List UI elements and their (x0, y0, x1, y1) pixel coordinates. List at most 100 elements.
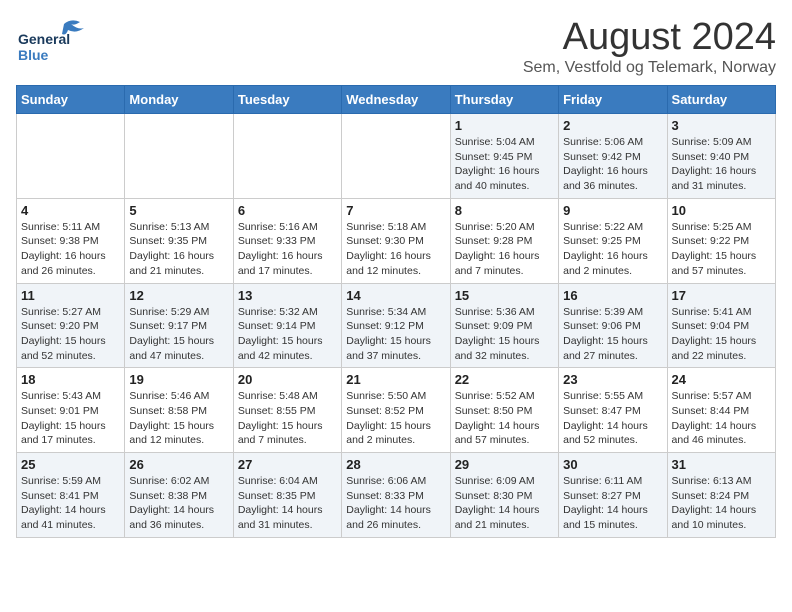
day-info: Sunrise: 5:13 AM Sunset: 9:35 PM Dayligh… (129, 220, 228, 279)
day-cell: 25 Sunrise: 5:59 AM Sunset: 8:41 PM Dayli… (17, 453, 125, 538)
header-cell-wednesday: Wednesday (342, 86, 450, 114)
day-info: Sunrise: 6:06 AM Sunset: 8:33 PM Dayligh… (346, 474, 445, 533)
logo-svg: General Blue (16, 16, 96, 64)
day-info: Sunrise: 5:39 AM Sunset: 9:06 PM Dayligh… (563, 305, 662, 364)
day-cell: 31 Sunrise: 6:13 AM Sunset: 8:24 PM Dayli… (667, 453, 775, 538)
day-info: Sunrise: 6:11 AM Sunset: 8:27 PM Dayligh… (563, 474, 662, 533)
day-number: 23 (563, 372, 662, 387)
day-cell: 20 Sunrise: 5:48 AM Sunset: 8:55 PM Dayli… (233, 368, 341, 453)
week-row-1: 1 Sunrise: 5:04 AM Sunset: 9:45 PM Daylig… (17, 114, 776, 199)
day-info: Sunrise: 5:06 AM Sunset: 9:42 PM Dayligh… (563, 135, 662, 194)
day-info: Sunrise: 6:13 AM Sunset: 8:24 PM Dayligh… (672, 474, 771, 533)
day-info: Sunrise: 6:09 AM Sunset: 8:30 PM Dayligh… (455, 474, 554, 533)
subtitle: Sem, Vestfold og Telemark, Norway (523, 59, 776, 77)
day-number: 10 (672, 203, 771, 218)
day-number: 15 (455, 288, 554, 303)
day-info: Sunrise: 5:16 AM Sunset: 9:33 PM Dayligh… (238, 220, 337, 279)
day-number: 26 (129, 457, 228, 472)
day-cell: 16 Sunrise: 5:39 AM Sunset: 9:06 PM Dayli… (559, 283, 667, 368)
day-cell: 13Sunrise: 5:32 AM Sunset: 9:14 PM Dayli… (233, 283, 341, 368)
calendar-table: SundayMondayTuesdayWednesdayThursdayFrid… (16, 85, 776, 538)
day-info: Sunrise: 5:36 AM Sunset: 9:09 PM Dayligh… (455, 305, 554, 364)
day-cell: 23 Sunrise: 5:55 AM Sunset: 8:47 PM Dayli… (559, 368, 667, 453)
day-cell: 18 Sunrise: 5:43 AM Sunset: 9:01 PM Dayli… (17, 368, 125, 453)
day-cell: 9Sunrise: 5:22 AM Sunset: 9:25 PM Daylig… (559, 198, 667, 283)
day-number: 5 (129, 203, 228, 218)
day-number: 14 (346, 288, 445, 303)
day-info: Sunrise: 5:52 AM Sunset: 8:50 PM Dayligh… (455, 389, 554, 448)
day-cell: 14 Sunrise: 5:34 AM Sunset: 9:12 PM Dayli… (342, 283, 450, 368)
day-cell: 27Sunrise: 6:04 AM Sunset: 8:35 PM Dayli… (233, 453, 341, 538)
day-number: 6 (238, 203, 337, 218)
day-number: 31 (672, 457, 771, 472)
header-cell-sunday: Sunday (17, 86, 125, 114)
day-number: 16 (563, 288, 662, 303)
day-number: 17 (672, 288, 771, 303)
day-number: 24 (672, 372, 771, 387)
day-number: 29 (455, 457, 554, 472)
calendar-body: 1 Sunrise: 5:04 AM Sunset: 9:45 PM Daylig… (17, 114, 776, 538)
day-number: 13 (238, 288, 337, 303)
day-info: Sunrise: 5:04 AM Sunset: 9:45 PM Dayligh… (455, 135, 554, 194)
day-info: Sunrise: 5:59 AM Sunset: 8:41 PM Dayligh… (21, 474, 120, 533)
day-number: 3 (672, 118, 771, 133)
header-cell-monday: Monday (125, 86, 233, 114)
day-number: 7 (346, 203, 445, 218)
header-cell-saturday: Saturday (667, 86, 775, 114)
day-number: 11 (21, 288, 120, 303)
day-cell: 19 Sunrise: 5:46 AM Sunset: 8:58 PM Dayli… (125, 368, 233, 453)
day-info: Sunrise: 5:20 AM Sunset: 9:28 PM Dayligh… (455, 220, 554, 279)
day-number: 19 (129, 372, 228, 387)
header-cell-friday: Friday (559, 86, 667, 114)
day-cell: 5 Sunrise: 5:13 AM Sunset: 9:35 PM Daylig… (125, 198, 233, 283)
day-info: Sunrise: 5:46 AM Sunset: 8:58 PM Dayligh… (129, 389, 228, 448)
day-cell (342, 114, 450, 199)
day-cell: 1 Sunrise: 5:04 AM Sunset: 9:45 PM Daylig… (450, 114, 558, 199)
header-cell-tuesday: Tuesday (233, 86, 341, 114)
day-cell (17, 114, 125, 199)
day-number: 2 (563, 118, 662, 133)
day-info: Sunrise: 5:48 AM Sunset: 8:55 PM Dayligh… (238, 389, 337, 448)
day-cell: 28 Sunrise: 6:06 AM Sunset: 8:33 PM Dayli… (342, 453, 450, 538)
day-info: Sunrise: 5:11 AM Sunset: 9:38 PM Dayligh… (21, 220, 120, 279)
day-number: 1 (455, 118, 554, 133)
day-cell: 15 Sunrise: 5:36 AM Sunset: 9:09 PM Dayli… (450, 283, 558, 368)
day-cell: 2 Sunrise: 5:06 AM Sunset: 9:42 PM Daylig… (559, 114, 667, 199)
day-number: 28 (346, 457, 445, 472)
day-info: Sunrise: 5:09 AM Sunset: 9:40 PM Dayligh… (672, 135, 771, 194)
header-row: SundayMondayTuesdayWednesdayThursdayFrid… (17, 86, 776, 114)
calendar-header: SundayMondayTuesdayWednesdayThursdayFrid… (17, 86, 776, 114)
day-info: Sunrise: 5:18 AM Sunset: 9:30 PM Dayligh… (346, 220, 445, 279)
day-cell: 7 Sunrise: 5:18 AM Sunset: 9:30 PM Daylig… (342, 198, 450, 283)
day-cell: 8Sunrise: 5:20 AM Sunset: 9:28 PM Daylig… (450, 198, 558, 283)
day-cell: 29 Sunrise: 6:09 AM Sunset: 8:30 PM Dayli… (450, 453, 558, 538)
day-number: 18 (21, 372, 120, 387)
day-number: 27 (238, 457, 337, 472)
day-cell: 26 Sunrise: 6:02 AM Sunset: 8:38 PM Dayli… (125, 453, 233, 538)
week-row-3: 11Sunrise: 5:27 AM Sunset: 9:20 PM Dayli… (17, 283, 776, 368)
day-info: Sunrise: 5:41 AM Sunset: 9:04 PM Dayligh… (672, 305, 771, 364)
day-cell: 22Sunrise: 5:52 AM Sunset: 8:50 PM Dayli… (450, 368, 558, 453)
day-number: 30 (563, 457, 662, 472)
svg-text:General: General (18, 31, 70, 47)
day-info: Sunrise: 5:34 AM Sunset: 9:12 PM Dayligh… (346, 305, 445, 364)
main-title: August 2024 (523, 16, 776, 59)
day-info: Sunrise: 5:29 AM Sunset: 9:17 PM Dayligh… (129, 305, 228, 364)
week-row-5: 25 Sunrise: 5:59 AM Sunset: 8:41 PM Dayli… (17, 453, 776, 538)
day-info: Sunrise: 6:02 AM Sunset: 8:38 PM Dayligh… (129, 474, 228, 533)
day-info: Sunrise: 5:50 AM Sunset: 8:52 PM Dayligh… (346, 389, 445, 448)
day-number: 12 (129, 288, 228, 303)
day-info: Sunrise: 5:55 AM Sunset: 8:47 PM Dayligh… (563, 389, 662, 448)
day-cell: 4Sunrise: 5:11 AM Sunset: 9:38 PM Daylig… (17, 198, 125, 283)
day-cell (233, 114, 341, 199)
day-info: Sunrise: 5:25 AM Sunset: 9:22 PM Dayligh… (672, 220, 771, 279)
day-info: Sunrise: 5:43 AM Sunset: 9:01 PM Dayligh… (21, 389, 120, 448)
day-cell: 21 Sunrise: 5:50 AM Sunset: 8:52 PM Dayli… (342, 368, 450, 453)
day-number: 25 (21, 457, 120, 472)
page-header: General Blue August 2024 Sem, Vestfold o… (16, 16, 776, 77)
day-cell: 24Sunrise: 5:57 AM Sunset: 8:44 PM Dayli… (667, 368, 775, 453)
day-cell: 6 Sunrise: 5:16 AM Sunset: 9:33 PM Daylig… (233, 198, 341, 283)
week-row-4: 18 Sunrise: 5:43 AM Sunset: 9:01 PM Dayli… (17, 368, 776, 453)
day-number: 20 (238, 372, 337, 387)
day-number: 21 (346, 372, 445, 387)
